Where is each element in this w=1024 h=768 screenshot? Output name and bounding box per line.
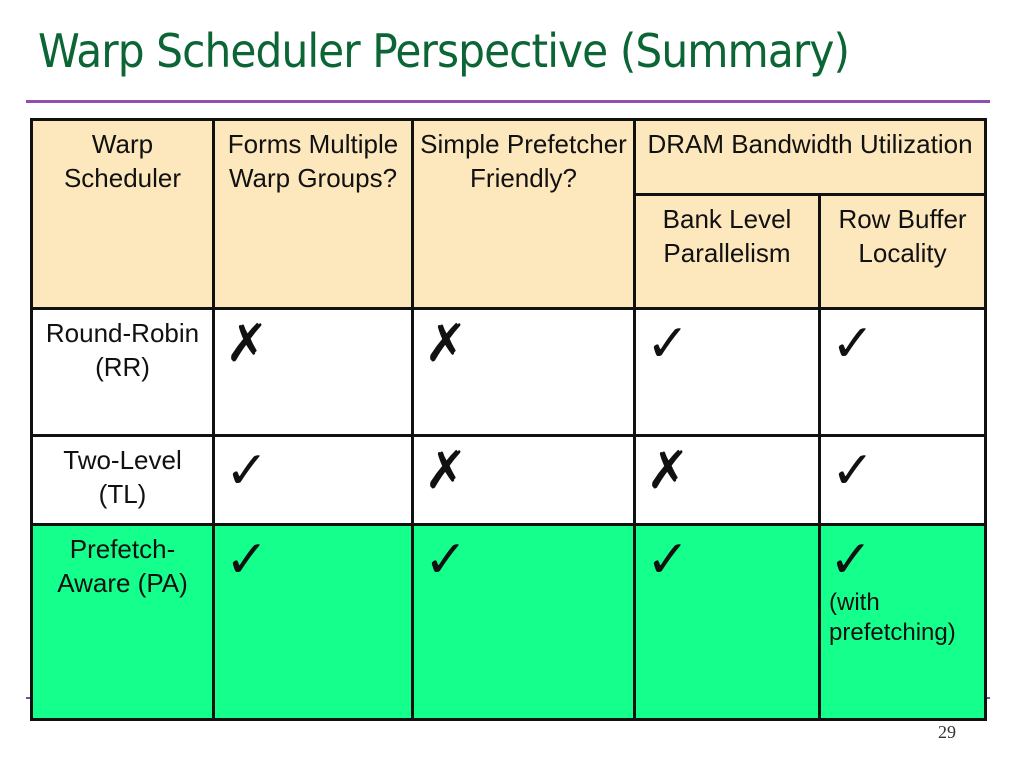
cross-icon: ✗	[646, 441, 690, 501]
cell-bank-level: ✓	[633, 523, 821, 721]
cell-row-buffer: ✓	[817, 434, 988, 526]
check-icon: ✓	[225, 530, 269, 590]
header-row-buffer: Row Buffer Locality	[817, 193, 988, 310]
cell-forms-groups: ✓	[212, 434, 414, 526]
slide-title: Warp Scheduler Perspective (Summary)	[38, 24, 850, 78]
cell-row-buffer: ✓ (with prefetching)	[817, 523, 988, 721]
header-row: Warp Scheduler Forms Multiple Warp Group…	[30, 118, 988, 310]
check-icon: ✓	[831, 441, 875, 501]
scheduler-name: Round-Robin (RR)	[30, 307, 215, 437]
cross-icon: ✗	[424, 441, 468, 501]
check-icon: ✓	[831, 314, 875, 374]
cell-prefetcher-friendly: ✓	[411, 523, 636, 721]
check-icon: ✓	[225, 441, 269, 501]
cell-forms-groups: ✗	[212, 307, 414, 437]
check-icon: ✓	[646, 530, 690, 590]
title-divider	[26, 100, 990, 103]
header-warp-scheduler: Warp Scheduler	[30, 118, 215, 310]
header-prefetcher-friendly: Simple Prefetcher Friendly?	[411, 118, 636, 310]
check-icon: ✓	[424, 530, 468, 590]
check-icon: ✓	[829, 530, 873, 590]
summary-table: Warp Scheduler Forms Multiple Warp Group…	[30, 118, 988, 721]
cell-prefetcher-friendly: ✗	[411, 434, 636, 526]
cell-prefetcher-friendly: ✗	[411, 307, 636, 437]
table-row: Two-Level (TL) ✓ ✗ ✗ ✓	[30, 434, 988, 526]
scheduler-name: Two-Level (TL)	[30, 434, 215, 526]
table-row-highlighted: Prefetch-Aware (PA) ✓ ✓ ✓ ✓ (with prefet…	[30, 523, 988, 721]
cell-forms-groups: ✓	[212, 523, 414, 721]
header-bank-level: Bank Level Parallelism	[633, 193, 821, 310]
cross-icon: ✗	[424, 314, 468, 374]
cell-bank-level: ✓	[633, 307, 821, 437]
cell-row-buffer: ✓	[817, 307, 988, 437]
row-buffer-note: (with prefetching)	[829, 589, 956, 646]
check-icon: ✓	[646, 314, 690, 374]
scheduler-name: Prefetch-Aware (PA)	[30, 523, 215, 721]
header-dram-bandwidth: DRAM Bandwidth Utilization	[632, 118, 988, 196]
cell-bank-level: ✗	[633, 434, 821, 526]
page-number: 29	[938, 722, 956, 742]
header-forms-groups: Forms Multiple Warp Groups?	[212, 118, 414, 310]
table-row: Round-Robin (RR) ✗ ✗ ✓ ✓	[30, 307, 988, 437]
cross-icon: ✗	[225, 314, 269, 374]
